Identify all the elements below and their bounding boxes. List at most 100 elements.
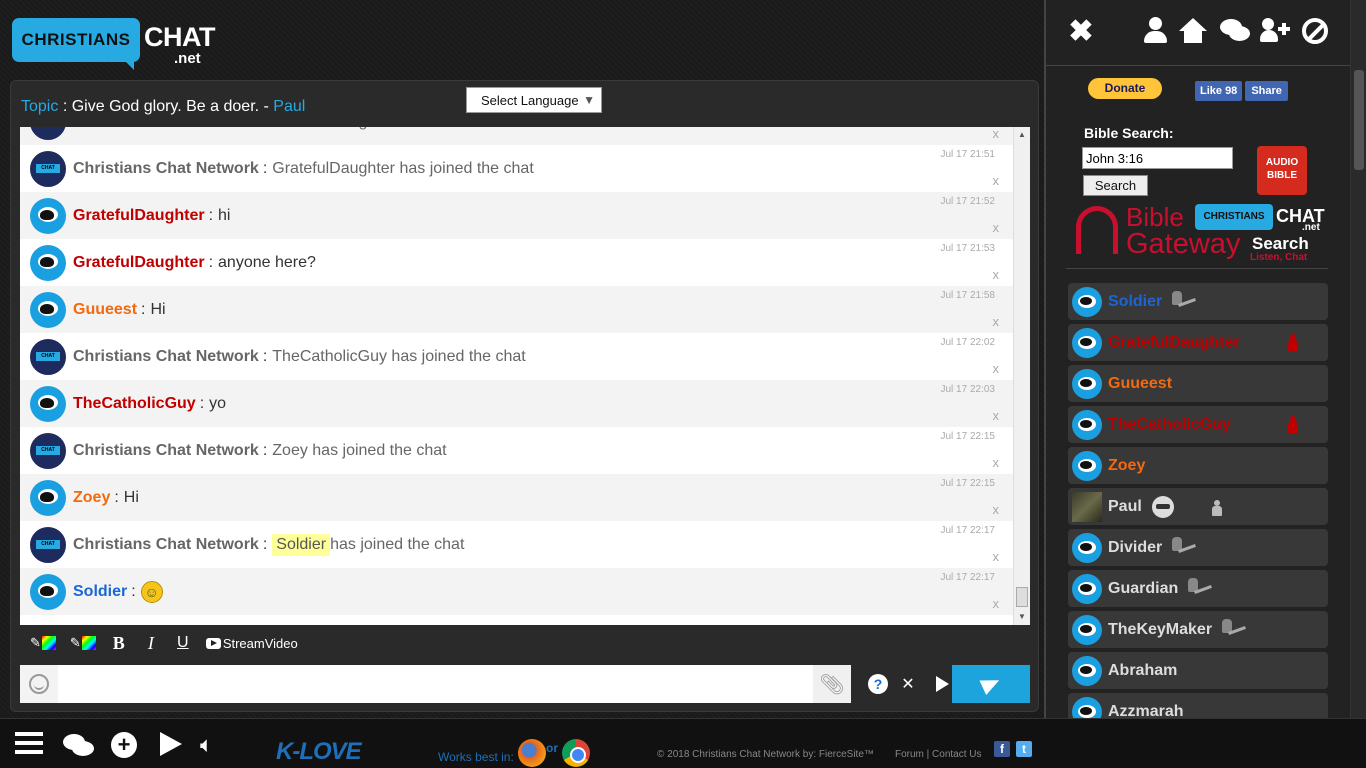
system-avatar[interactable] (30, 432, 66, 469)
chat-bubbles-icon[interactable] (1220, 16, 1250, 46)
system-avatar[interactable] (30, 338, 66, 375)
facebook-like-button[interactable]: Like 98 (1195, 81, 1243, 101)
background-color-button[interactable]: ✎ (70, 635, 96, 651)
add-user-icon[interactable] (1260, 16, 1290, 46)
sidebar-scroll-thumb[interactable] (1354, 70, 1364, 170)
play-icon[interactable] (160, 732, 190, 758)
stream-video-button[interactable]: StreamVideo (205, 636, 298, 651)
message-author[interactable]: Christians Chat Network (73, 127, 259, 131)
language-select[interactable]: Select Language ▼ (466, 87, 602, 113)
user-list-item[interactable]: Soldier (1068, 283, 1328, 320)
delete-message-button[interactable]: x (993, 173, 1000, 188)
message-author[interactable]: Soldier (73, 583, 127, 601)
highlighted-username[interactable]: Soldier (272, 533, 331, 556)
user-list-item[interactable]: TheCatholicGuy (1068, 406, 1328, 443)
user-name: Divider (1108, 538, 1163, 556)
chat-bubbles-icon[interactable] (63, 732, 94, 758)
message-author[interactable]: Guueest (73, 301, 137, 319)
scroll-thumb[interactable] (1016, 587, 1028, 607)
user-list-item[interactable]: Abraham (1068, 652, 1328, 689)
italic-button[interactable]: I (142, 633, 160, 654)
user-avatar[interactable] (30, 479, 66, 516)
delete-message-button[interactable]: x (993, 361, 1000, 376)
home-icon[interactable] (1178, 16, 1208, 46)
attach-button[interactable]: 📎︎ (813, 665, 851, 703)
user-list-item[interactable]: GratefulDaughter (1068, 324, 1328, 361)
message-text: hi (218, 206, 231, 224)
twitter-icon[interactable]: t (1016, 741, 1032, 757)
footer-links[interactable]: Forum | Contact Us (895, 749, 982, 760)
scroll-up-arrow[interactable]: ▲ (1014, 127, 1030, 143)
message-author[interactable]: TheCatholicGuy (73, 395, 196, 413)
chrome-icon[interactable] (562, 739, 590, 767)
message-author[interactable]: Christians Chat Network (73, 442, 259, 460)
text-color-button[interactable]: ✎ (30, 635, 56, 651)
message-input[interactable] (58, 665, 813, 703)
send-button[interactable] (952, 665, 1030, 703)
user-avatar[interactable] (30, 291, 66, 328)
help-button[interactable]: ? (865, 671, 891, 697)
sidebar-scrollbar[interactable] (1350, 0, 1366, 718)
audio-bible-button[interactable]: AUDIO BIBLE (1257, 146, 1307, 195)
robot-badge-icon (1151, 495, 1174, 518)
system-avatar[interactable] (30, 127, 66, 140)
message-author[interactable]: Zoey (73, 489, 110, 507)
close-icon[interactable]: ✖ (1066, 15, 1096, 48)
emoji-button[interactable] (20, 665, 58, 703)
bible-search-input[interactable] (1082, 147, 1233, 169)
message-separator: : (262, 535, 268, 553)
bold-button[interactable]: B (110, 633, 128, 654)
delete-message-button[interactable]: x (993, 549, 1000, 564)
delete-message-button[interactable]: x (993, 596, 1000, 611)
chevron-down-icon: ▼ (583, 93, 595, 107)
delete-message-button[interactable]: x (993, 314, 1000, 329)
firefox-icon[interactable] (518, 739, 546, 767)
message-area[interactable]: Christians Chat Network: GratefulDaughter… (20, 127, 1030, 625)
user-avatar (1072, 409, 1102, 440)
message-text: TheCatholicGuy has joined the chat (272, 347, 526, 365)
message-author[interactable]: Christians Chat Network (73, 536, 259, 554)
message-author[interactable]: GratefulDaughter (73, 207, 205, 225)
user-avatar (1072, 655, 1102, 686)
user-list-item[interactable]: Guardian (1068, 570, 1328, 607)
user-avatar[interactable] (30, 573, 66, 610)
message-author[interactable]: Christians Chat Network (73, 160, 259, 178)
system-avatar[interactable] (30, 150, 66, 187)
underline-button[interactable]: U (174, 634, 192, 652)
bible-search-button[interactable]: Search (1083, 175, 1148, 196)
mute-button[interactable]: ✕ (895, 671, 921, 697)
user-avatar[interactable] (30, 197, 66, 234)
plus-icon[interactable]: + (111, 732, 141, 758)
message-row: TheCatholicGuy: yo Jul 17 22:03 x (20, 380, 1013, 427)
block-icon[interactable] (1300, 16, 1330, 46)
facebook-icon[interactable]: f (994, 741, 1010, 757)
delete-message-button[interactable]: x (993, 220, 1000, 235)
donate-button[interactable]: Donate (1088, 78, 1162, 99)
menu-icon[interactable] (15, 732, 45, 758)
user-list-item[interactable]: Zoey (1068, 447, 1328, 484)
message-author[interactable]: GratefulDaughter (73, 254, 205, 272)
user-list-item[interactable]: Guueest (1068, 365, 1328, 402)
delete-message-button[interactable]: x (993, 455, 1000, 470)
facebook-share-button[interactable]: Share (1245, 81, 1288, 101)
user-avatar[interactable] (30, 385, 66, 422)
user-list-item[interactable]: Divider (1068, 529, 1328, 566)
delete-message-button[interactable]: x (993, 502, 1000, 517)
bible-search-label: Bible Search: (1084, 125, 1174, 141)
delete-message-button[interactable]: x (993, 408, 1000, 423)
volume-icon[interactable]: 🔈︎ (200, 732, 230, 758)
user-list-item[interactable]: Paul (1068, 488, 1328, 525)
scroll-down-arrow[interactable]: ▼ (1014, 609, 1030, 625)
klove-logo[interactable]: K-LOVE (276, 738, 362, 766)
paperclip-icon: 📎︎ (819, 673, 845, 696)
user-icon[interactable] (1140, 16, 1170, 46)
system-avatar[interactable] (30, 526, 66, 563)
delete-message-button[interactable]: x (993, 267, 1000, 282)
message-author[interactable]: Christians Chat Network (73, 348, 259, 366)
site-logo[interactable]: CHRISTIANS CHAT .net (12, 16, 215, 70)
user-list-item[interactable]: TheKeyMaker (1068, 611, 1328, 648)
user-avatar[interactable] (30, 244, 66, 281)
delete-message-button[interactable]: x (993, 127, 1000, 141)
message-scrollbar[interactable]: ▲ ▼ (1013, 127, 1030, 625)
biblegateway-logo[interactable]: Bible Gateway CHRISTIANS CHAT .net Searc… (1076, 202, 1325, 264)
